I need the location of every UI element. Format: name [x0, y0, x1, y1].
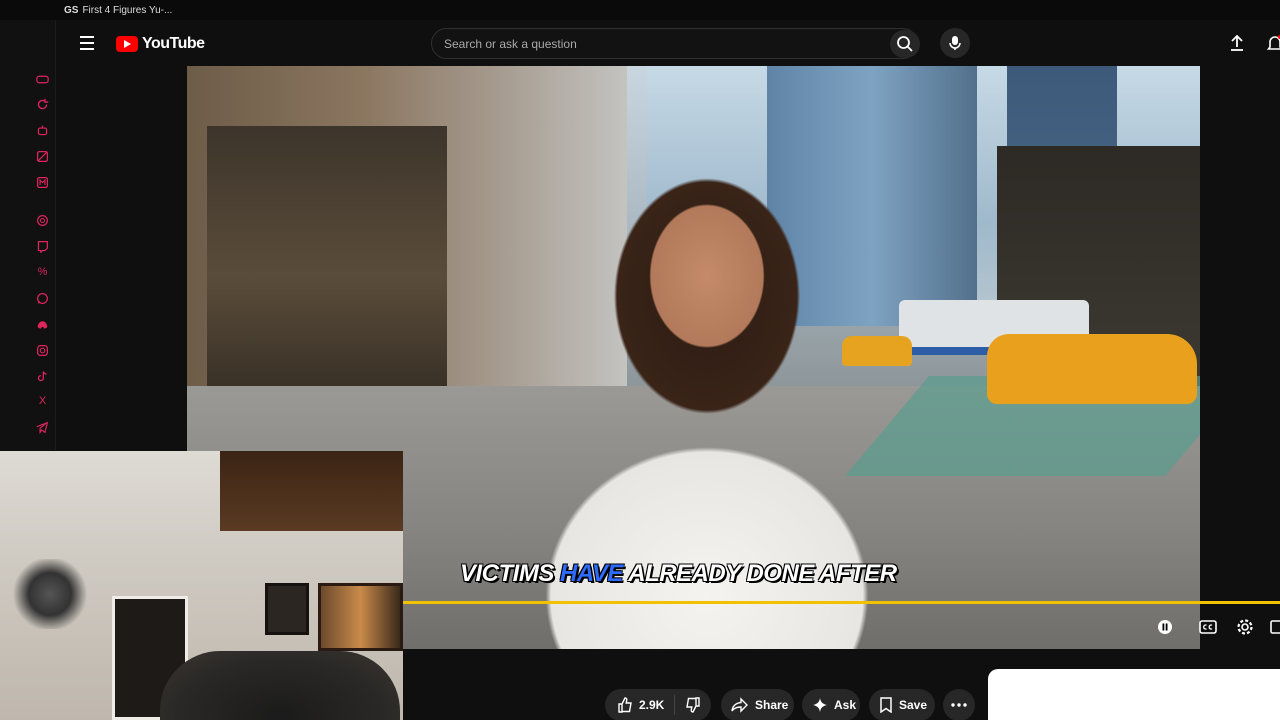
caption-word: VICTIMS [460, 560, 554, 587]
save-label: Save [899, 698, 928, 712]
side-panel [988, 669, 1280, 720]
telegram-icon[interactable] [35, 420, 50, 435]
voice-search-button[interactable] [940, 28, 970, 58]
gear-icon [1237, 619, 1253, 635]
screen: GS First 4 Figures Yu-... % X YouTube Se… [0, 0, 1280, 720]
search-icon [897, 36, 913, 52]
os-title-bar: GS First 4 Figures Yu-... [0, 0, 1280, 20]
miniplayer-button[interactable] [1266, 616, 1280, 638]
openai-icon[interactable] [35, 213, 50, 228]
video-progress-fill [403, 601, 1280, 604]
search-button[interactable] [890, 30, 920, 58]
thumbs-up-icon [618, 697, 632, 713]
refresh-icon[interactable] [35, 97, 50, 112]
like-dislike-group: 2.9K [605, 689, 711, 720]
save-button[interactable]: Save [869, 689, 935, 720]
upload-button[interactable] [1226, 32, 1248, 54]
hamburger-icon [80, 36, 94, 38]
youtube-wordmark: YouTube [142, 35, 205, 52]
like-button[interactable]: 2.9K [605, 695, 676, 715]
webcam-overlay [0, 451, 403, 720]
webcam-chair [160, 651, 400, 720]
thumbs-down-icon [686, 697, 701, 713]
video-caption: VICTIMS HAVE ALREADY DONE AFTER [460, 560, 980, 590]
upload-icon [1231, 34, 1243, 51]
webcam-picture-frame [318, 583, 403, 651]
video-progress-bar[interactable] [403, 601, 1280, 604]
dislike-button[interactable] [675, 697, 711, 713]
instagram-icon[interactable] [35, 343, 50, 358]
like-count: 2.9K [639, 698, 665, 712]
gamepad-icon[interactable] [35, 72, 50, 87]
twitch-icon[interactable] [35, 239, 50, 254]
caption-word: ALREADY DONE AFTER [628, 560, 897, 587]
left-dock: % X [0, 20, 56, 450]
percent-icon[interactable]: % [35, 265, 50, 280]
webcam-wall-decor [10, 559, 90, 629]
bookmark-icon [880, 697, 892, 713]
more-actions-button[interactable] [943, 689, 975, 720]
video-frame-taxi [987, 334, 1197, 404]
discord-icon[interactable] [35, 317, 50, 332]
more-horizontal-icon [951, 703, 967, 707]
search-box[interactable] [431, 28, 918, 59]
robot-icon[interactable] [35, 123, 50, 138]
x-icon[interactable]: X [35, 394, 50, 409]
tiktok-icon[interactable] [35, 369, 50, 384]
caption-highlight-word: HAVE [560, 560, 623, 587]
youtube-logo[interactable]: YouTube [116, 34, 205, 54]
mask-icon[interactable] [35, 149, 50, 164]
microphone-icon [949, 36, 961, 50]
captions-button[interactable] [1197, 616, 1219, 638]
autoplay-toggle[interactable] [1154, 616, 1176, 638]
app-logo: GS [64, 4, 79, 16]
settings-button[interactable] [1234, 616, 1256, 638]
youtube-play-icon [116, 36, 138, 52]
captions-icon [1199, 620, 1217, 634]
youtube-header: YouTube [56, 20, 1280, 66]
bell-icon [1267, 35, 1280, 50]
ask-label: Ask [834, 698, 857, 712]
share-label: Share [755, 698, 789, 712]
window-title: First 4 Figures Yu-... [82, 4, 173, 16]
menu-button[interactable] [76, 32, 98, 54]
pause-circle-icon [1158, 620, 1172, 634]
whatsapp-icon[interactable] [35, 291, 50, 306]
m-badge-icon[interactable] [35, 175, 50, 190]
sparkle-icon [813, 698, 827, 712]
ask-button[interactable]: Ask [802, 689, 860, 720]
notifications-button[interactable] [1264, 32, 1280, 54]
miniplayer-icon [1270, 620, 1280, 634]
webcam-ceiling [220, 451, 403, 531]
webcam-picture-frame [265, 583, 309, 635]
share-icon [731, 697, 748, 713]
search-input[interactable] [444, 36, 844, 51]
share-button[interactable]: Share [721, 689, 794, 720]
